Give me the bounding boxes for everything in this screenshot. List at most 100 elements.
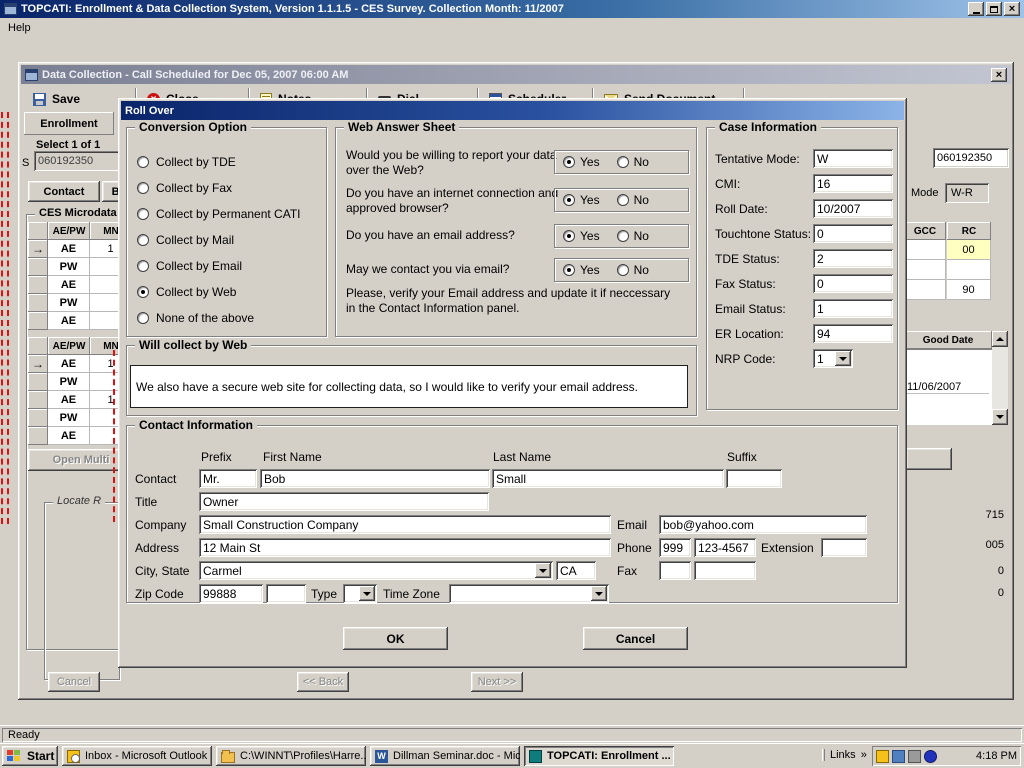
grid-row[interactable]: AE 1 (28, 391, 132, 409)
menu-help[interactable]: Help (8, 22, 31, 34)
nrp-code-select[interactable]: 1 (813, 349, 853, 368)
time-zone-select[interactable] (449, 584, 609, 603)
grid-row[interactable]: → AE 1 (28, 240, 132, 258)
zip-code-field[interactable] (199, 584, 263, 603)
state-field[interactable] (556, 561, 596, 580)
email-field[interactable] (659, 515, 867, 534)
email-status-field[interactable] (813, 299, 893, 318)
nav-next-button[interactable]: Next >> (471, 672, 523, 692)
radio-icon[interactable] (137, 286, 149, 298)
tray-antivirus-icon[interactable] (924, 750, 937, 763)
cmi-field[interactable] (813, 174, 893, 193)
first-name-field[interactable] (260, 469, 490, 488)
tab-enrollment[interactable]: Enrollment (24, 112, 114, 135)
radio-icon[interactable] (137, 312, 149, 324)
mode-value: W-R (951, 187, 973, 199)
grid-row[interactable]: AE (28, 427, 132, 445)
task-button-word[interactable]: W Dillman Seminar.doc - Mic... (370, 746, 520, 766)
radio-collect-by-mail[interactable]: Collect by Mail (137, 233, 234, 247)
chevron-icon[interactable]: » (861, 749, 867, 761)
task-button-topcati-active[interactable]: TOPCATI: Enrollment ... (524, 746, 674, 766)
phone-number-field[interactable] (694, 538, 756, 557)
radio-collect-by-web[interactable]: Collect by Web (137, 285, 236, 299)
er-location-field[interactable] (813, 324, 893, 343)
radio-icon[interactable] (137, 156, 149, 168)
cancel-button[interactable]: Cancel (583, 627, 688, 650)
ok-button[interactable]: OK (343, 627, 448, 650)
partial-button[interactable] (906, 448, 952, 470)
task-button-explorer[interactable]: C:\WINNT\Profiles\Harre... (216, 746, 366, 766)
radio-yes[interactable] (563, 264, 575, 276)
row-indicator-cell (28, 294, 48, 312)
nrp-dropdown-button[interactable] (835, 351, 851, 366)
touchtone-status-field[interactable] (813, 224, 893, 243)
nav-back-button[interactable]: << Back (297, 672, 349, 692)
tray-mail-icon[interactable] (876, 750, 889, 763)
rc-column-header: RC (947, 222, 991, 240)
fax-status-field[interactable] (813, 274, 893, 293)
title-field[interactable] (199, 492, 489, 511)
toolbar-save-button[interactable]: Save (25, 86, 88, 112)
no-label: No (634, 155, 649, 169)
company-field[interactable] (199, 515, 611, 534)
minimize-button[interactable] (968, 2, 984, 16)
phone-area-field[interactable] (659, 538, 691, 557)
radio-no[interactable] (617, 156, 629, 168)
radio-icon[interactable] (137, 260, 149, 272)
grid-row[interactable]: PW (28, 373, 132, 391)
grid-row[interactable]: → AE 1 (28, 355, 132, 373)
address-field[interactable] (199, 538, 611, 557)
case-id-field[interactable]: 060192350 (933, 148, 1009, 168)
tray-update-icon[interactable] (892, 750, 905, 763)
roll-date-field[interactable] (813, 199, 893, 218)
grid-row[interactable]: AE (28, 276, 132, 294)
scroll-up-button[interactable] (992, 331, 1008, 347)
radio-yes[interactable] (563, 194, 575, 206)
radio-collect-by-email[interactable]: Collect by Email (137, 259, 242, 273)
grid-row[interactable]: AE (28, 312, 132, 330)
radio-none-of-the-above[interactable]: None of the above (137, 311, 254, 325)
grid-row[interactable]: PW (28, 258, 132, 276)
dc-close-button[interactable]: × (991, 68, 1007, 82)
radio-icon[interactable] (137, 234, 149, 246)
last-name-field[interactable] (492, 469, 724, 488)
prefix-field[interactable] (199, 469, 257, 488)
close-button[interactable]: × (1004, 2, 1020, 16)
nav-cancel-button[interactable]: Cancel (48, 672, 100, 692)
type-label: Type (311, 587, 337, 601)
grid-row[interactable]: PW (28, 409, 132, 427)
good-date-scrollbar[interactable] (992, 331, 1008, 425)
tde-status-field[interactable] (813, 249, 893, 268)
type-dropdown-button[interactable] (359, 586, 375, 601)
suffix-field[interactable] (726, 469, 782, 488)
radio-no[interactable] (617, 230, 629, 242)
radio-icon[interactable] (137, 182, 149, 194)
task-button-outlook[interactable]: Inbox - Microsoft Outlook (62, 746, 212, 766)
start-button[interactable]: Start (2, 746, 58, 766)
radio-collect-by-fax[interactable]: Collect by Fax (137, 181, 232, 195)
extension-field[interactable] (821, 538, 867, 557)
grid-row[interactable]: PW (28, 294, 132, 312)
maximize-button[interactable] (986, 2, 1002, 16)
radio-collect-by-tde[interactable]: Collect by TDE (137, 155, 236, 169)
fax-area-field[interactable] (659, 561, 691, 580)
tentative-mode-field[interactable] (813, 149, 893, 168)
scroll-down-button[interactable] (992, 409, 1008, 425)
time-zone-dropdown-button[interactable] (591, 586, 607, 601)
fax-number-field[interactable] (694, 561, 756, 580)
contact-button[interactable]: Contact (28, 181, 100, 202)
zip-ext-field[interactable] (266, 584, 306, 603)
city-select[interactable]: Carmel (199, 561, 553, 580)
type-select[interactable] (343, 584, 377, 603)
grid-corner-cell (28, 337, 48, 355)
city-dropdown-button[interactable] (535, 563, 551, 578)
radio-no[interactable] (617, 264, 629, 276)
radio-yes[interactable] (563, 230, 575, 242)
good-date-list[interactable]: 11/06/2007 (904, 349, 992, 425)
tray-lock-icon[interactable] (908, 750, 921, 763)
radio-yes[interactable] (563, 156, 575, 168)
radio-collect-by-permanent-cati[interactable]: Collect by Permanent CATI (137, 207, 301, 221)
links-toolbar[interactable]: Links » (822, 749, 867, 761)
radio-icon[interactable] (137, 208, 149, 220)
radio-no[interactable] (617, 194, 629, 206)
